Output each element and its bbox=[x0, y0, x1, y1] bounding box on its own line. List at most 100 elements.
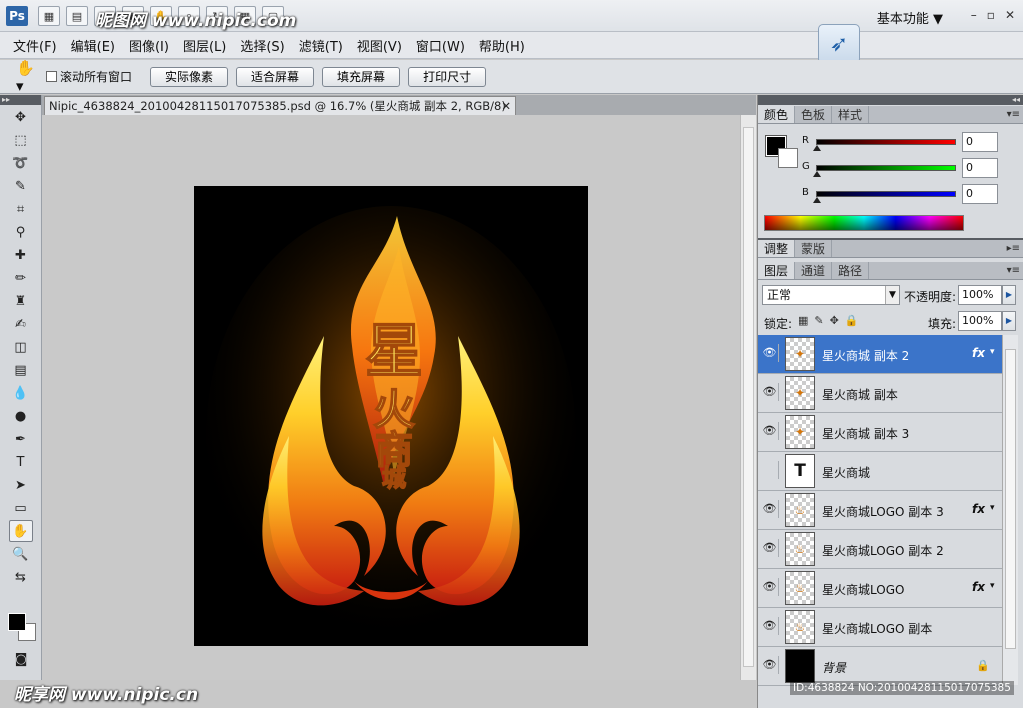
visibility-toggle-empty[interactable] bbox=[761, 461, 779, 479]
menu-edit[interactable]: 编辑(E) bbox=[64, 36, 122, 55]
marquee-tool-icon[interactable]: ⬚ bbox=[9, 129, 33, 151]
panel-background-swatch[interactable] bbox=[778, 148, 798, 168]
layer-row[interactable]: 👁 ♨ 星火商城LOGO 副本 bbox=[758, 608, 1002, 647]
expand-effects-icon[interactable]: ▾ bbox=[990, 347, 995, 357]
lock-position-icon[interactable]: ✥ bbox=[830, 314, 839, 327]
document-scrollbar[interactable] bbox=[740, 115, 756, 680]
tab-color[interactable]: 颜色 bbox=[758, 106, 796, 123]
layer-name[interactable]: 星火商城LOGO 副本 bbox=[822, 620, 932, 637]
quick-selection-tool-icon[interactable]: ✎ bbox=[9, 175, 33, 197]
layer-name[interactable]: 星火商城LOGO 副本 3 bbox=[822, 503, 944, 520]
menu-select[interactable]: 选择(S) bbox=[233, 36, 291, 55]
menu-window[interactable]: 窗口(W) bbox=[409, 36, 472, 55]
layer-name[interactable]: 星火商城 副本 2 bbox=[822, 347, 909, 364]
tab-swatches[interactable]: 色板 bbox=[795, 106, 833, 123]
fill-input[interactable]: 100% bbox=[958, 311, 1002, 331]
blur-tool-icon[interactable]: 💧 bbox=[9, 382, 33, 404]
close-document-icon[interactable]: ✕ bbox=[501, 97, 511, 115]
channel-b-marker-icon[interactable] bbox=[813, 197, 821, 203]
hand-tool-preset-icon[interactable]: ✋▾ bbox=[16, 59, 38, 95]
crop-tool-icon[interactable]: ⌗ bbox=[9, 198, 33, 220]
lock-pixels-icon[interactable]: ✎ bbox=[814, 314, 823, 327]
type-tool-icon[interactable]: T bbox=[9, 451, 33, 473]
tab-adjustments[interactable]: 调整 bbox=[758, 240, 796, 257]
channel-b-input[interactable]: 0 bbox=[962, 184, 998, 204]
restore-button[interactable]: ▫ bbox=[987, 8, 995, 22]
channel-g-marker-icon[interactable] bbox=[813, 171, 821, 177]
path-selection-tool-icon[interactable]: ➤ bbox=[9, 474, 33, 496]
close-button[interactable]: ✕ bbox=[1005, 8, 1015, 22]
visibility-eye-icon[interactable]: 👁 bbox=[761, 500, 779, 518]
layer-name[interactable]: 背景 bbox=[822, 659, 846, 676]
lasso-tool-icon[interactable]: ➰ bbox=[9, 152, 33, 174]
color-spectrum-bar[interactable] bbox=[764, 215, 964, 231]
layer-name[interactable]: 星火商城 bbox=[822, 464, 870, 481]
foreground-color-swatch[interactable] bbox=[8, 613, 26, 631]
fx-icon[interactable]: fx bbox=[972, 580, 985, 594]
chevron-down-icon[interactable]: ▼ bbox=[885, 286, 899, 304]
layer-name[interactable]: 星火商城LOGO 副本 2 bbox=[822, 542, 944, 559]
healing-brush-tool-icon[interactable]: ✚ bbox=[9, 244, 33, 266]
tools-panel-collapse[interactable]: ▸▸ bbox=[0, 95, 41, 105]
menu-help[interactable]: 帮助(H) bbox=[472, 36, 532, 55]
layer-name[interactable]: 星火商城LOGO bbox=[822, 581, 904, 598]
fx-icon[interactable]: fx bbox=[972, 346, 985, 360]
visibility-eye-icon[interactable]: 👁 bbox=[761, 578, 779, 596]
checkbox-icon[interactable] bbox=[46, 71, 57, 82]
print-size-button[interactable]: 打印尺寸 bbox=[408, 66, 487, 87]
menu-filter[interactable]: 滤镜(T) bbox=[292, 36, 350, 55]
channel-g-input[interactable]: 0 bbox=[962, 158, 998, 178]
scroll-all-windows-checkbox[interactable]: 滚动所有窗口 bbox=[46, 68, 132, 85]
scrollbar-thumb[interactable] bbox=[743, 127, 754, 667]
layers-scrollbar-thumb[interactable] bbox=[1005, 349, 1016, 649]
expand-effects-icon[interactable]: ▾ bbox=[990, 581, 995, 591]
channel-g-slider[interactable] bbox=[816, 165, 956, 171]
shape-tool-icon[interactable]: ▭ bbox=[9, 497, 33, 519]
gradient-tool-icon[interactable]: ▤ bbox=[9, 359, 33, 381]
menu-view[interactable]: 视图(V) bbox=[350, 36, 409, 55]
blend-mode-select[interactable]: 正常 ▼ bbox=[762, 285, 900, 305]
actual-pixels-button[interactable]: 实际像素 bbox=[150, 66, 229, 87]
visibility-eye-icon[interactable]: 👁 bbox=[761, 617, 779, 635]
menu-image[interactable]: 图像(I) bbox=[122, 36, 176, 55]
visibility-eye-icon[interactable]: 👁 bbox=[761, 656, 779, 674]
visibility-eye-icon[interactable]: 👁 bbox=[761, 539, 779, 557]
layer-name[interactable]: 星火商城 副本 3 bbox=[822, 425, 909, 442]
menu-layer[interactable]: 图层(L) bbox=[176, 36, 233, 55]
channel-r-input[interactable]: 0 bbox=[962, 132, 998, 152]
visibility-eye-icon[interactable]: 👁 bbox=[761, 344, 779, 362]
tab-channels[interactable]: 通道 bbox=[795, 262, 833, 279]
dodge-tool-icon[interactable]: ● bbox=[9, 405, 33, 427]
panel-menu-icon[interactable]: ▾≡ bbox=[1007, 262, 1023, 279]
clone-stamp-tool-icon[interactable]: ♜ bbox=[9, 290, 33, 312]
layer-row[interactable]: 👁 ♨ 星火商城LOGO 副本 3 fx ▾ bbox=[758, 491, 1002, 530]
pen-tool-icon[interactable]: ✒ bbox=[9, 428, 33, 450]
channel-r-slider[interactable] bbox=[816, 139, 956, 145]
minimize-button[interactable]: – bbox=[971, 8, 977, 22]
tab-styles[interactable]: 样式 bbox=[832, 106, 870, 123]
tab-paths[interactable]: 路径 bbox=[832, 262, 870, 279]
panel-menu-icon[interactable]: ▸≡ bbox=[1007, 240, 1023, 257]
quick-mask-icon[interactable]: ◙ bbox=[9, 648, 33, 670]
move-tool-icon[interactable]: ✥ bbox=[9, 106, 33, 128]
lock-all-icon[interactable]: 🔒 bbox=[845, 314, 859, 327]
layer-row[interactable]: T 星火商城 bbox=[758, 452, 1002, 491]
fill-screen-button[interactable]: 填充屏幕 bbox=[322, 66, 401, 87]
visibility-eye-icon[interactable]: 👁 bbox=[761, 422, 779, 440]
fx-icon[interactable]: fx bbox=[972, 502, 985, 516]
layer-row[interactable]: 👁 ✦ 星火商城 副本 2 fx ▾ bbox=[758, 335, 1002, 374]
swap-colors-icon[interactable]: ⇆ bbox=[9, 566, 33, 588]
panel-menu-icon[interactable]: ▾≡ bbox=[1007, 106, 1023, 123]
tab-layers[interactable]: 图层 bbox=[758, 262, 796, 279]
opacity-slider-arrow-icon[interactable]: ▶ bbox=[1002, 285, 1016, 305]
eraser-tool-icon[interactable]: ◫ bbox=[9, 336, 33, 358]
expand-effects-icon[interactable]: ▾ bbox=[990, 503, 995, 513]
minibridge-icon[interactable]: ▤ bbox=[66, 6, 88, 26]
hand-tool-icon[interactable]: ✋ bbox=[8, 520, 33, 542]
channel-r-marker-icon[interactable] bbox=[813, 145, 821, 151]
fit-screen-button[interactable]: 适合屏幕 bbox=[236, 66, 315, 87]
document-tab[interactable]: Nipic_4638824_20100428115017075385.psd @… bbox=[44, 96, 516, 115]
workspace-switcher[interactable]: 基本功能 ▼ bbox=[877, 8, 943, 27]
bridge-launch-icon[interactable]: ▦ bbox=[38, 6, 60, 26]
layer-row[interactable]: 👁 ✦ 星火商城 副本 bbox=[758, 374, 1002, 413]
